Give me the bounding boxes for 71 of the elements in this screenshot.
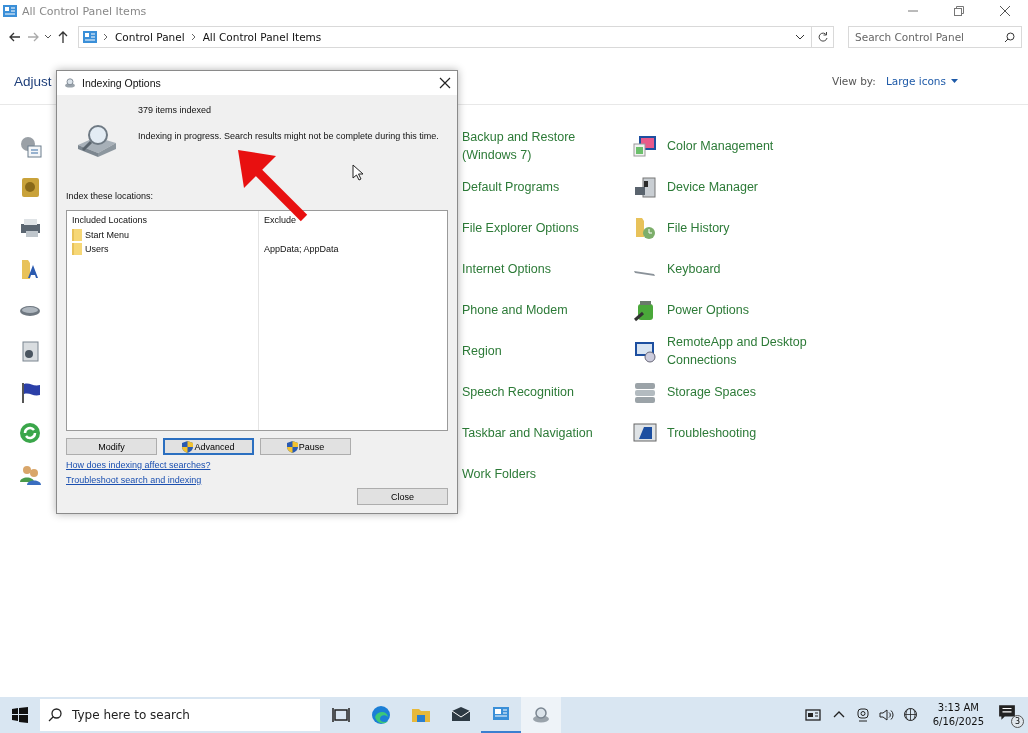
locations-label: Index these locations:: [66, 191, 155, 201]
applet-link[interactable]: File Explorer Options: [462, 218, 579, 237]
applet-link[interactable]: Default Programs: [462, 177, 560, 196]
breadcrumb-item[interactable]: All Control Panel Items: [202, 31, 322, 43]
applet-link[interactable]: Power Options: [667, 300, 749, 319]
folder-icon: [72, 229, 82, 241]
applet-link[interactable]: RemoteApp and Desktop Connections: [667, 332, 827, 369]
notification-icon[interactable]: [998, 704, 1016, 722]
search-field[interactable]: Search Control Panel: [848, 26, 1022, 48]
breadcrumb-item[interactable]: Control Panel: [115, 31, 185, 43]
applet-icon[interactable]: [633, 133, 657, 158]
view-by-label: View by:: [831, 75, 876, 87]
back-arrow-icon[interactable]: [8, 30, 22, 44]
column-header[interactable]: Exclude: [264, 215, 442, 228]
help-link[interactable]: Troubleshoot search and indexing: [66, 475, 202, 485]
applet-link[interactable]: File History: [667, 218, 730, 237]
caret-icon[interactable]: [951, 78, 958, 84]
applet-link[interactable]: Work Folders: [462, 464, 537, 483]
location-cell: Start Menu: [85, 230, 130, 240]
folder-icon: [72, 243, 82, 255]
chevron-icon[interactable]: [44, 33, 52, 41]
search-icon[interactable]: [48, 708, 62, 722]
applet-icon[interactable]: [633, 420, 657, 445]
applet-link[interactable]: Device Manager: [667, 177, 758, 196]
annotation-arrow-drawing: [238, 150, 308, 222]
page-heading: Adjust: [14, 73, 52, 89]
windows-start-icon[interactable]: [12, 707, 28, 723]
search-icon[interactable]: [1004, 31, 1015, 43]
items-indexed-count: 379 items indexed: [138, 105, 213, 115]
clock-time[interactable]: 3:13 AM: [937, 701, 979, 715]
indexing-drive-icon: [76, 123, 118, 157]
applet-link[interactable]: Speech Recognition: [462, 382, 574, 401]
refresh-button[interactable]: [812, 26, 834, 48]
news-icon[interactable]: [802, 707, 823, 723]
location-cell: Users: [85, 244, 109, 254]
applet-link[interactable]: Backup and Restore (Windows 7): [462, 127, 632, 164]
control-panel-icon: [83, 31, 97, 43]
chevron-icon: [190, 33, 197, 41]
notification-count-badge: 3: [1011, 715, 1024, 728]
indexing-icon: [63, 77, 77, 89]
chevron-icon: [103, 33, 109, 41]
applet-icon[interactable]: [633, 174, 657, 199]
camera-icon[interactable]: [854, 707, 871, 723]
indexing-status-text: Indexing in progress. Search results might not be complete during this time.: [138, 131, 439, 141]
applet-link[interactable]: Storage Spaces: [667, 382, 756, 401]
speaker-icon[interactable]: [878, 707, 895, 723]
refresh-icon[interactable]: [816, 31, 829, 43]
applet-link[interactable]: Taskbar and Navigation: [462, 423, 593, 442]
exclude-cell: AppData; AppData: [264, 244, 339, 254]
dialog-title: Indexing Options: [82, 77, 161, 89]
dialog-button[interactable]: Advanced: [163, 438, 254, 455]
applet-link[interactable]: Keyboard: [667, 259, 721, 278]
taskbar-search-field[interactable]: Type here to search: [40, 699, 320, 731]
view-by-dropdown[interactable]: Large icons: [885, 75, 958, 87]
help-link[interactable]: How does indexing affect searches?: [66, 460, 211, 470]
window-title: All Control Panel Items: [22, 4, 147, 18]
up-arrow-icon[interactable]: [56, 30, 70, 44]
applet-link[interactable]: Color Management: [667, 136, 774, 155]
applet-link[interactable]: Phone and Modem: [462, 300, 568, 319]
applet-link[interactable]: Region: [462, 341, 502, 360]
dialog-button[interactable]: Pause: [260, 438, 351, 455]
clock-date[interactable]: 6/16/2025: [932, 715, 984, 729]
close-button[interactable]: Close: [357, 488, 448, 505]
globe-icon[interactable]: [902, 707, 919, 723]
column-header[interactable]: Included Locations: [72, 215, 253, 228]
mouse-cursor-icon: [352, 164, 364, 181]
applet-link[interactable]: Troubleshooting: [667, 423, 757, 442]
dialog-button[interactable]: Modify: [66, 438, 157, 455]
applet-link[interactable]: Internet Options: [462, 259, 551, 278]
control-panel-icon: [3, 5, 17, 17]
address-bar[interactable]: Control Panel All Control Panel Items: [78, 26, 812, 48]
